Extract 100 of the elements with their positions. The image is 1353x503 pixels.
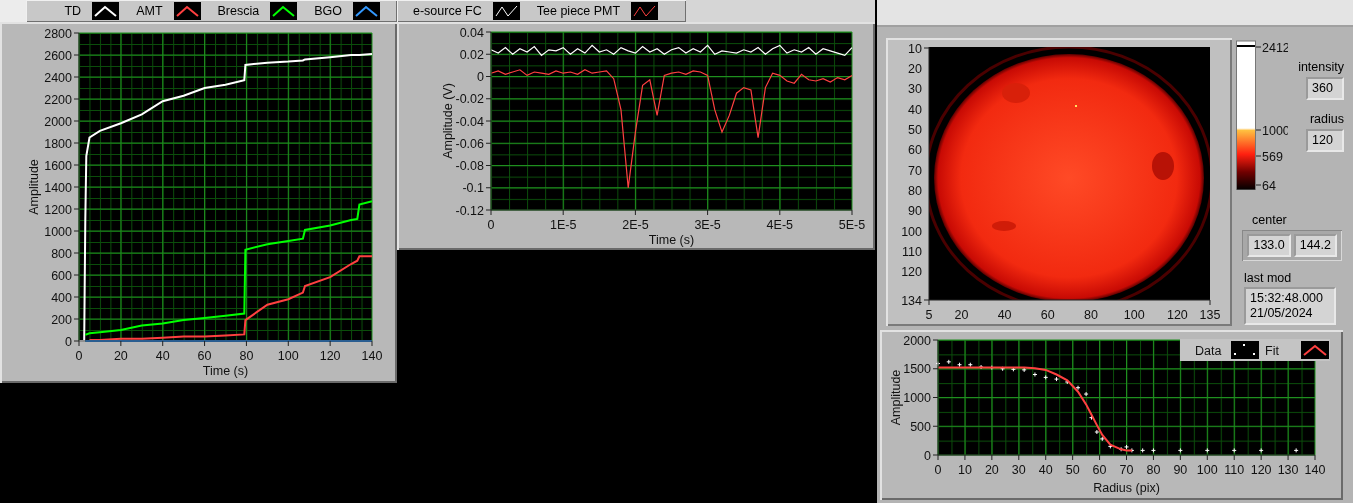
axis-title: Time (s): [202, 364, 249, 378]
legend-label: BGO: [314, 4, 342, 18]
tick-label: 2000: [44, 114, 72, 129]
tick-label: 50: [908, 122, 922, 137]
tick-label: 70: [908, 163, 922, 178]
tick-label: 1800: [44, 136, 72, 151]
line-sample-icon[interactable]: [492, 2, 520, 20]
line-sample-icon[interactable]: [1231, 341, 1259, 359]
tick-label: 90: [1173, 463, 1188, 477]
legend-label: AMT: [136, 4, 163, 18]
tick-label: 10: [908, 41, 922, 56]
tick-label: 600: [51, 268, 72, 283]
tick-label: 60: [1092, 463, 1107, 477]
axis-title: Radius (pix): [1093, 481, 1160, 495]
tick-label: 64: [1262, 178, 1276, 190]
tick-label: 400: [51, 290, 72, 305]
tick-label: 2000: [903, 333, 931, 348]
tick-label: 120: [319, 349, 341, 363]
tick-label: 100: [1123, 308, 1145, 322]
line-sample-icon[interactable]: [92, 2, 120, 20]
tick-label: 4E-5: [766, 218, 793, 232]
tick-label: 80: [908, 184, 922, 198]
tick-label: 1600: [44, 158, 72, 173]
tick-label: -0.02: [455, 92, 484, 107]
tick-label: 140: [361, 349, 383, 363]
tick-label: 80: [239, 349, 254, 363]
tick-label: 120: [901, 265, 922, 280]
tick-label: -0.04: [455, 114, 484, 129]
tick-label: 120: [1250, 463, 1272, 477]
tick-label: 1500: [903, 362, 931, 377]
tick-label: 134: [901, 293, 922, 308]
indicator-label: intensity: [1298, 60, 1344, 74]
tick-label: 135: [1199, 308, 1221, 322]
legend-label: Data: [1195, 344, 1222, 358]
intensity-field: 360: [1306, 77, 1344, 100]
indicator-label: radius: [1309, 112, 1344, 126]
tick-label: 0: [477, 70, 484, 84]
legend-label: Tee piece PMT: [536, 4, 621, 18]
tick-label: 40: [997, 308, 1012, 322]
tick-label: 50: [1065, 463, 1080, 477]
tick-label: 100: [1196, 463, 1218, 477]
tick-label: 0.04: [459, 25, 484, 40]
tick-label: 0.02: [459, 47, 484, 62]
tick-label: 20: [908, 61, 922, 76]
axis-title: Amplitude (V): [441, 83, 455, 159]
legend-label: Fit: [1265, 344, 1279, 358]
tick-label: 80: [1146, 463, 1161, 477]
axis-title: Amplitude: [27, 159, 41, 215]
line-sample-icon[interactable]: [631, 2, 659, 20]
tick-label: 1200: [44, 202, 72, 217]
tick-label: 90: [908, 204, 922, 219]
legend-label: TD: [64, 4, 82, 18]
tick-label: -0.1: [462, 181, 484, 196]
tick-label: 2E-5: [622, 218, 649, 232]
line-sample-icon[interactable]: [353, 2, 380, 20]
indicator-label: last mod: [1244, 271, 1293, 285]
tick-label: -0.06: [455, 136, 484, 151]
tick-label: 0: [487, 218, 495, 232]
tick-label: 60: [197, 349, 212, 363]
tick-label: 569: [1262, 149, 1283, 164]
axis-title: Amplitude: [889, 369, 903, 426]
tick-label: 2600: [44, 48, 72, 63]
tick-label: 3E-5: [694, 218, 721, 232]
legend-label: e-source FC: [413, 4, 482, 18]
line-sample-icon[interactable]: [173, 2, 201, 20]
tick-label: 40: [1038, 463, 1053, 477]
line-sample-icon[interactable]: [270, 2, 298, 20]
center-field: 133.0: [1247, 234, 1291, 257]
tick-label: 10: [958, 463, 972, 477]
tick-label: 1E-5: [550, 218, 577, 232]
tick-label: 0: [924, 448, 931, 463]
tick-label: 130: [1277, 463, 1299, 477]
tick-label: 100: [277, 349, 299, 363]
tick-label: 140: [1304, 463, 1326, 477]
tick-label: 1000: [44, 224, 72, 239]
tick-label: 40: [908, 102, 922, 117]
tick-label: 120: [1166, 308, 1188, 322]
indicator-label: center: [1252, 213, 1288, 227]
tick-label: 20: [113, 349, 128, 363]
tick-label: 1400: [44, 180, 72, 195]
tick-label: 0: [75, 349, 83, 363]
tick-label: 80: [1084, 308, 1098, 322]
tick-label: 5E-5: [838, 218, 866, 232]
tick-label: 500: [910, 419, 931, 434]
tick-label: 40: [155, 349, 170, 363]
tick-label: 30: [908, 82, 922, 97]
tick-label: -0.12: [455, 203, 484, 218]
tick-label: 110: [902, 245, 922, 260]
tick-label: -0.08: [455, 159, 484, 173]
tick-label: 1000: [903, 391, 931, 405]
line-sample-icon[interactable]: [1301, 341, 1329, 359]
tick-label: 0: [65, 334, 72, 349]
legend-label: Brescia: [217, 4, 260, 18]
panel-strip: [0, 0, 27, 22]
radius-field: 120: [1306, 129, 1344, 152]
tick-label: 2800: [44, 26, 72, 41]
tick-label: 60: [1040, 308, 1055, 322]
tick-label: 30: [1011, 463, 1026, 477]
tick-label: 100: [901, 224, 922, 239]
tick-label: 5: [925, 308, 933, 322]
